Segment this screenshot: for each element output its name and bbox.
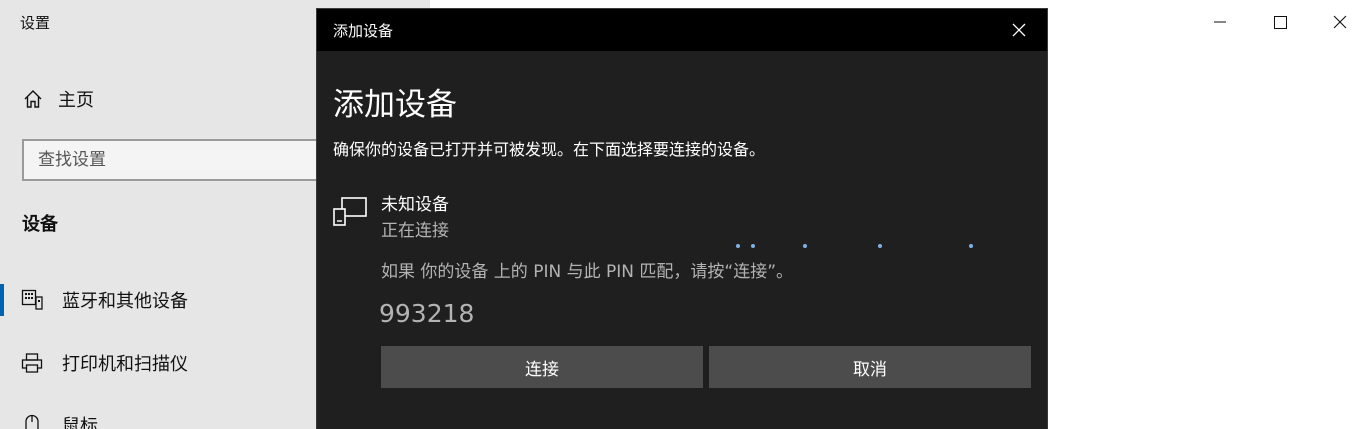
home-nav-item[interactable]: 主页 xyxy=(22,86,94,112)
printer-icon xyxy=(20,351,44,375)
minimize-icon xyxy=(1214,21,1226,23)
home-icon xyxy=(22,88,44,110)
minimize-button[interactable] xyxy=(1190,0,1250,44)
section-heading: 设备 xyxy=(22,214,58,235)
device-name: 未知设备 xyxy=(381,195,449,215)
cancel-button[interactable]: 取消 xyxy=(709,346,1031,388)
dialog-heading: 添加设备 xyxy=(333,87,457,123)
progress-dot xyxy=(969,244,973,248)
progress-dot xyxy=(878,244,882,248)
sidebar-item-label: 鼠标 xyxy=(62,416,98,429)
device-status: 正在连接 xyxy=(381,221,449,241)
sidebar-item-label: 蓝牙和其他设备 xyxy=(62,291,188,312)
dialog-window-title: 添加设备 xyxy=(333,21,394,40)
connect-button[interactable]: 连接 xyxy=(381,346,703,388)
progress-dot xyxy=(736,244,740,248)
progress-dot xyxy=(751,244,755,248)
pin-code: 993218 xyxy=(379,299,475,328)
sidebar-item-label: 打印机和扫描仪 xyxy=(62,354,188,375)
display-device-icon xyxy=(333,197,367,226)
window-caption-buttons xyxy=(1190,0,1370,44)
sidebar-item-mouse[interactable]: 鼠标 xyxy=(0,405,316,429)
bluetooth-devices-icon xyxy=(20,288,44,312)
close-window-button[interactable] xyxy=(1310,0,1370,44)
search-box[interactable] xyxy=(22,139,322,181)
maximize-icon xyxy=(1273,15,1287,29)
sidebar-item-printers[interactable]: 打印机和扫描仪 xyxy=(0,343,316,383)
dialog-close-button[interactable] xyxy=(1003,16,1035,44)
dialog-description: 确保你的设备已打开并可被发现。在下面选择要连接的设备。 xyxy=(333,140,766,159)
maximize-button[interactable] xyxy=(1250,0,1310,44)
sidebar-item-bluetooth[interactable]: 蓝牙和其他设备 xyxy=(0,280,316,320)
progress-dot xyxy=(803,244,807,248)
add-device-dialog: 添加设备 添加设备 确保你的设备已打开并可被发现。在下面选择要连接的设备。 未知… xyxy=(316,8,1048,429)
close-icon xyxy=(1012,23,1026,37)
home-label: 主页 xyxy=(58,90,94,111)
settings-window-title: 设置 xyxy=(20,14,51,32)
dialog-titlebar: 添加设备 xyxy=(317,9,1047,51)
pin-instruction: 如果 你的设备 上的 PIN 与此 PIN 匹配，请按“连接”。 xyxy=(381,262,794,282)
search-input[interactable] xyxy=(24,141,320,179)
selection-indicator xyxy=(0,284,4,316)
mouse-icon xyxy=(20,413,44,429)
close-icon xyxy=(1333,15,1347,29)
